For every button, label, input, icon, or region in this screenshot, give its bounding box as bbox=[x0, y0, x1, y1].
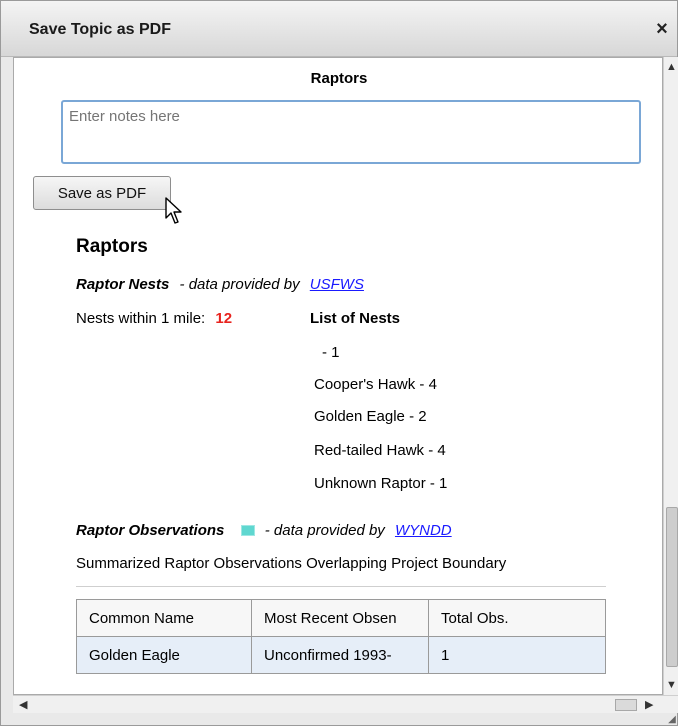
vertical-scrollbar[interactable]: ▲ ▼ bbox=[663, 57, 678, 695]
column-header-most-recent[interactable]: Most Recent Obsen bbox=[251, 599, 429, 637]
usfws-link[interactable]: USFWS bbox=[310, 276, 364, 293]
wyndd-link[interactable]: WYNDD bbox=[395, 522, 452, 539]
nest-list-item: Cooper's Hawk - 4 bbox=[314, 376, 437, 393]
save-as-pdf-button[interactable]: Save as PDF bbox=[33, 176, 171, 210]
raptor-observations-source-line: Raptor Observations - data provided by W… bbox=[76, 522, 452, 539]
resize-grip-icon[interactable]: ◢ bbox=[665, 713, 678, 727]
table-cell-common-name: Golden Eagle bbox=[76, 636, 252, 674]
vertical-scroll-thumb[interactable] bbox=[666, 507, 678, 667]
scroll-up-icon[interactable]: ▲ bbox=[666, 61, 677, 73]
nests-count-line: Nests within 1 mile: 12 bbox=[76, 310, 232, 327]
column-header-total-obs[interactable]: Total Obs. bbox=[428, 599, 606, 637]
nests-within-label: Nests within 1 mile: bbox=[76, 310, 206, 327]
nests-count: 12 bbox=[215, 310, 233, 327]
nest-list-item: - 1 bbox=[322, 344, 340, 361]
table-row: Golden Eagle Unconfirmed 1993- 1 bbox=[76, 636, 606, 674]
horizontal-scroll-thumb[interactable] bbox=[615, 699, 637, 711]
close-button[interactable]: × bbox=[651, 17, 673, 41]
nests-provided-by-text: - data provided by bbox=[179, 276, 300, 293]
column-header-common-name[interactable]: Common Name bbox=[76, 599, 252, 637]
observations-provided-by-text: - data provided by bbox=[264, 522, 385, 539]
scroll-right-icon[interactable]: ▶ bbox=[645, 698, 653, 711]
observations-summary: Summarized Raptor Observations Overlappi… bbox=[76, 555, 507, 572]
notes-input[interactable] bbox=[61, 100, 641, 164]
table-header-row: Common Name Most Recent Obsen Total Obs. bbox=[76, 599, 606, 637]
page-heading: Raptors bbox=[310, 70, 368, 87]
horizontal-scrollbar[interactable]: ◀ ▶ bbox=[13, 695, 678, 713]
table-cell-total-obs: 1 bbox=[428, 636, 606, 674]
raptor-observations-label: Raptor Observations bbox=[76, 522, 225, 539]
map-legend-icon bbox=[240, 525, 255, 536]
scroll-down-icon[interactable]: ▼ bbox=[666, 679, 677, 691]
list-of-nests-title: List of Nests bbox=[310, 310, 401, 327]
scroll-left-icon[interactable]: ◀ bbox=[19, 698, 27, 711]
mouse-cursor-icon bbox=[165, 197, 182, 224]
nest-list-item: Red-tailed Hawk - 4 bbox=[314, 442, 446, 459]
save-pdf-dialog: Save Topic as PDF × Raptors Save as PDF … bbox=[0, 0, 678, 726]
raptor-nests-label: Raptor Nests bbox=[76, 276, 170, 293]
nest-list-item: Unknown Raptor - 1 bbox=[314, 475, 448, 492]
divider bbox=[76, 586, 606, 587]
raptor-nests-source-line: Raptor Nests - data provided by USFWS bbox=[76, 276, 364, 293]
observations-table: Common Name Most Recent Obsen Total Obs.… bbox=[76, 599, 606, 674]
dialog-content: Raptors Save as PDF Raptors Raptor Nests… bbox=[13, 57, 663, 695]
section-title: Raptors bbox=[76, 236, 148, 257]
table-cell-most-recent: Unconfirmed 1993- bbox=[251, 636, 429, 674]
nest-list-item: Golden Eagle - 2 bbox=[314, 408, 427, 425]
dialog-titlebar[interactable]: Save Topic as PDF × bbox=[1, 1, 677, 57]
dialog-title: Save Topic as PDF bbox=[29, 21, 171, 38]
